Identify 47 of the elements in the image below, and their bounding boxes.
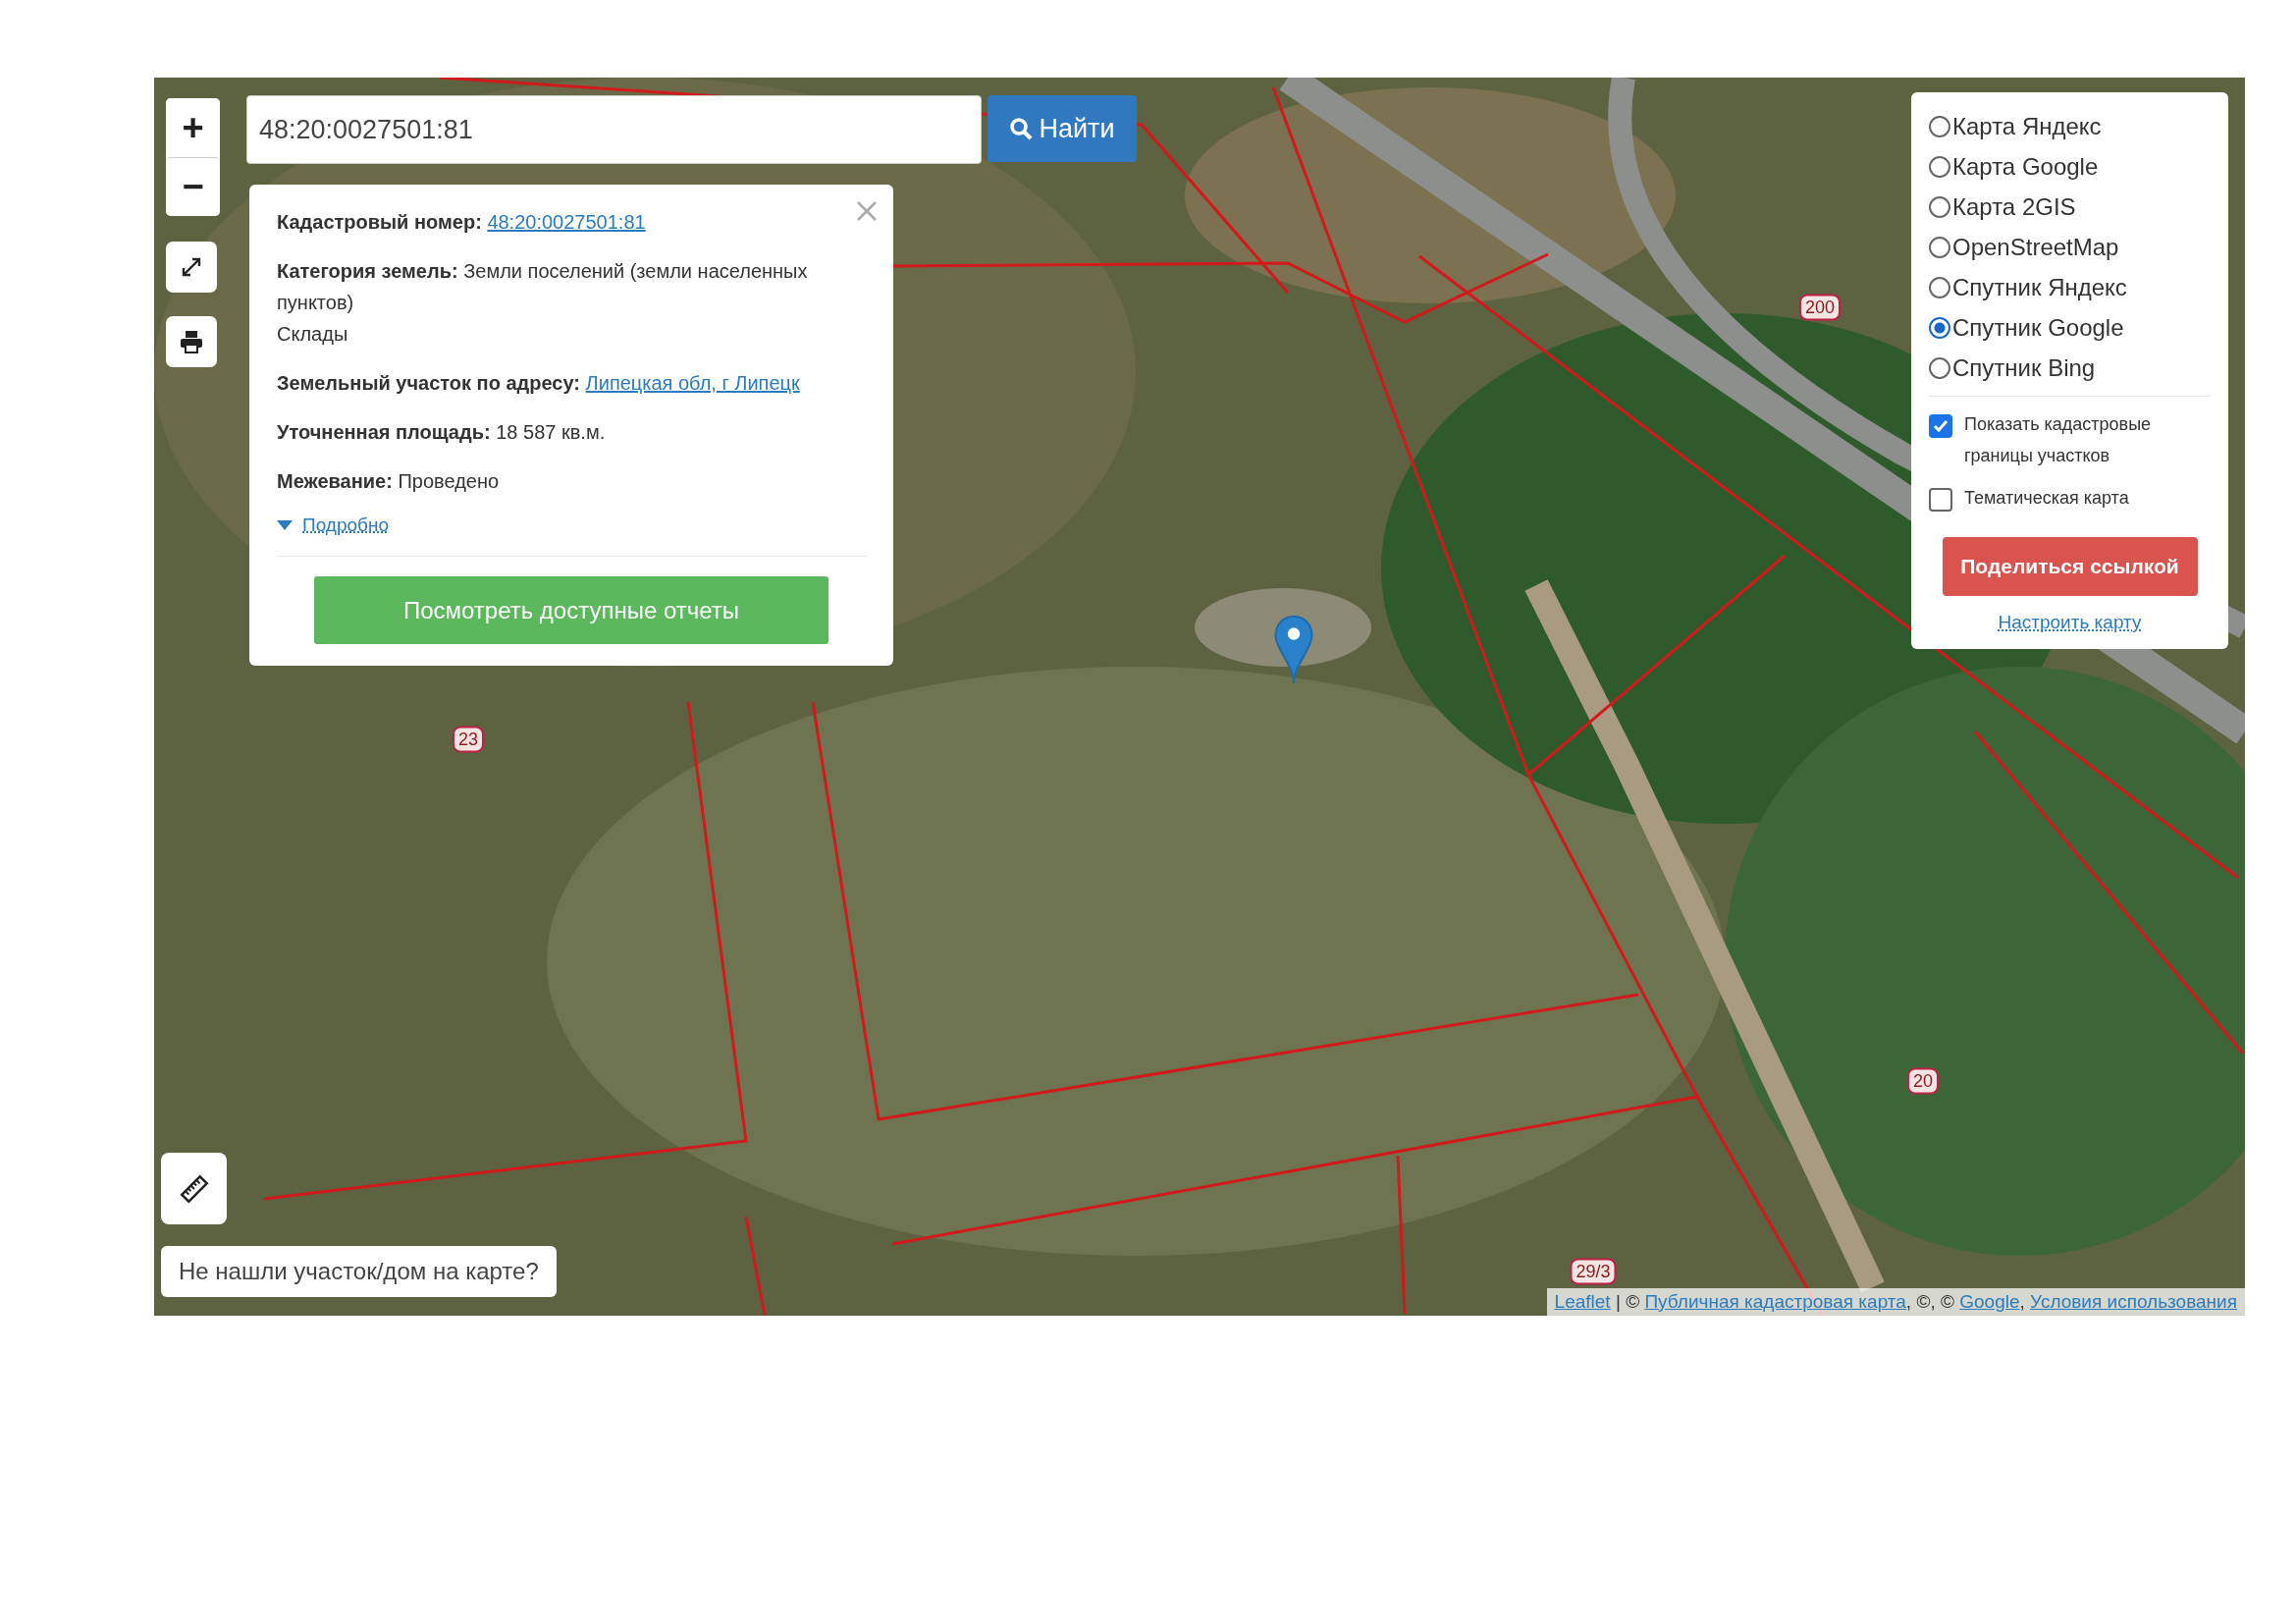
layer-label[interactable]: Карта Яндекс — [1952, 112, 2102, 140]
printer-icon — [179, 330, 204, 353]
map-marker-icon — [1273, 615, 1314, 685]
share-link-button[interactable]: Поделиться ссылкой — [1942, 537, 2198, 597]
details-link[interactable]: Подробно — [302, 514, 389, 536]
find-button[interactable]: Найти — [988, 95, 1137, 162]
checkbox[interactable] — [1929, 414, 1952, 438]
parcel-number-label: 20 — [1907, 1067, 1939, 1095]
layer-label[interactable]: Карта 2GIS — [1952, 192, 2076, 221]
parcel-number-label: 200 — [1799, 294, 1841, 321]
not-found-button[interactable]: Не нашли участок/дом на карте? — [161, 1246, 557, 1297]
caret-down-icon — [277, 520, 293, 530]
info-field-text: Земельный участок по адресу: Липецкая обл, г Липецк — [277, 371, 801, 396]
layer-label[interactable]: Спутник Bing — [1952, 353, 2096, 382]
layer-label[interactable]: Карта Google — [1952, 152, 2099, 181]
zoom-out-button[interactable]: − — [166, 157, 220, 216]
info-note-text: Склады — [277, 322, 349, 347]
measure-button[interactable] — [161, 1153, 227, 1224]
radio-button[interactable] — [1929, 155, 1950, 178]
info-link[interactable]: Липецкая обл, г Липецк — [585, 372, 800, 394]
search-icon — [1009, 117, 1034, 140]
radio-button[interactable] — [1929, 316, 1950, 339]
parcel-number-label: 23 — [453, 726, 484, 753]
radio-button[interactable] — [1929, 115, 1950, 137]
info-field-text: Кадастровый номер: 48:20:0027501:81 — [277, 210, 647, 235]
print-button[interactable] — [166, 316, 217, 367]
radio-button[interactable] — [1929, 195, 1950, 218]
expand-arrows-icon — [180, 255, 203, 279]
info-field-text: Межевание: Проведено — [277, 469, 501, 494]
overlay-label[interactable]: Показать кадастровые границы участков — [1964, 408, 2211, 472]
search-field[interactable]: 48:20:0027501:81 — [246, 95, 982, 164]
radio-button[interactable] — [1929, 236, 1950, 258]
info-field-text: Категория земель: Земли поселений (земли населенных пунктов) — [277, 259, 809, 315]
map-attribution: Leaflet | © Публичная кадастровая карта, ©, © Google, Условия использования — [1546, 1288, 2245, 1316]
layer-label[interactable]: Спутник Google — [1952, 313, 2124, 342]
layer-label[interactable]: OpenStreetMap — [1952, 233, 2119, 261]
info-link[interactable]: 48:20:0027501:81 — [487, 211, 646, 233]
radio-button[interactable] — [1929, 356, 1950, 379]
map-settings-link[interactable]: Настроить карту — [1998, 612, 2142, 634]
info-field-text: Уточненная площадь: 18 587 кв.м. — [277, 420, 607, 445]
checkbox[interactable] — [1929, 487, 1952, 512]
radio-button[interactable] — [1929, 276, 1950, 298]
checkmark-icon — [1933, 419, 1949, 433]
parcel-number-label: 29/3 — [1570, 1258, 1617, 1285]
overlay-label[interactable]: Тематическая карта — [1964, 481, 2129, 514]
fullscreen-button[interactable] — [166, 242, 217, 293]
layer-label[interactable]: Спутник Яндекс — [1952, 273, 2127, 301]
